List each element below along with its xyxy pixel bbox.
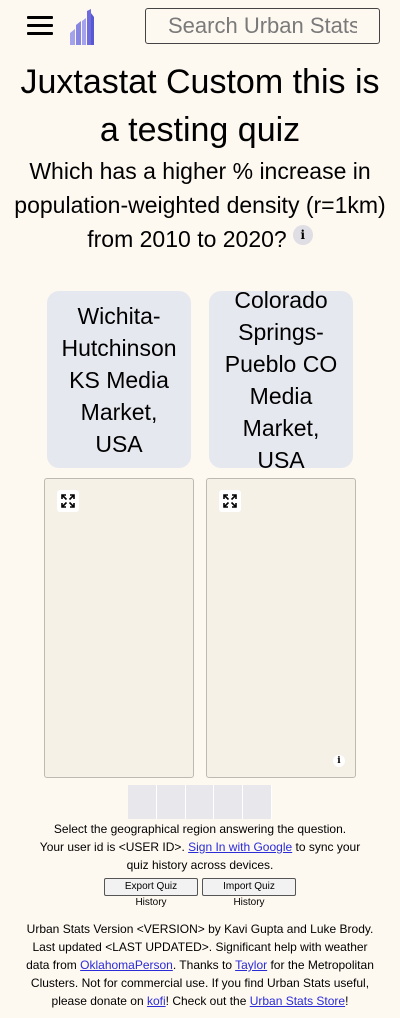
footer: Urban Stats Version <VERSION> by Kavi Gu… (26, 922, 374, 1008)
progress-cell (185, 785, 215, 819)
answer-option-a[interactable]: Wichita-Hutchinson KS Media Market, USA (47, 291, 191, 468)
answer-a-label: Wichita-Hutchinson KS Media Market, USA (61, 302, 177, 457)
last-updated: <LAST UPDATED> (105, 940, 209, 954)
kofi-link[interactable]: kofi (147, 994, 166, 1008)
progress-cell (156, 785, 186, 819)
map-b[interactable]: i (206, 478, 356, 778)
import-quiz-history-button[interactable]: Import Quiz History (202, 878, 296, 908)
taylor-link[interactable]: Taylor (235, 958, 267, 972)
urban-stats-logo-icon[interactable] (68, 9, 96, 45)
progress-cell (128, 785, 157, 819)
question-text: Which has a higher % increase in populat… (14, 158, 386, 252)
oklahomaperson-link[interactable]: OklahomaPerson (80, 958, 173, 972)
header (0, 0, 400, 56)
answer-b-label: Colorado Springs-Pueblo CO Media Market,… (224, 286, 338, 473)
quiz-progress (128, 785, 272, 819)
version: <VERSION> (136, 922, 205, 936)
quiz-instructions: Select the geographical region answering… (53, 822, 347, 836)
progress-cell (214, 785, 244, 819)
expand-map-icon[interactable] (219, 490, 241, 512)
user-id: <USER ID> (118, 840, 182, 854)
map-attribution-icon[interactable]: i (333, 755, 345, 767)
quiz-question: Which has a higher % increase in populat… (14, 154, 386, 256)
export-quiz-history-button[interactable]: Export Quiz History (104, 878, 198, 908)
expand-map-icon[interactable] (57, 490, 79, 512)
hamburger-menu-icon[interactable] (27, 16, 53, 36)
quiz-history-buttons: Export Quiz History Import Quiz History (0, 878, 400, 908)
answer-option-b[interactable]: Colorado Springs-Pueblo CO Media Market,… (209, 287, 353, 473)
progress-cell (243, 785, 272, 819)
info-icon[interactable]: i (292, 225, 313, 245)
map-a[interactable] (44, 478, 194, 778)
quiz-title: Juxtastat Custom this is a testing quiz (20, 63, 380, 149)
user-id-notice: Your user id is <USER ID>. Sign In with … (39, 840, 361, 872)
sign-in-google-link[interactable]: Sign In with Google (188, 840, 292, 854)
urban-stats-store-link[interactable]: Urban Stats Store (250, 994, 345, 1008)
search-input[interactable] (145, 8, 380, 44)
